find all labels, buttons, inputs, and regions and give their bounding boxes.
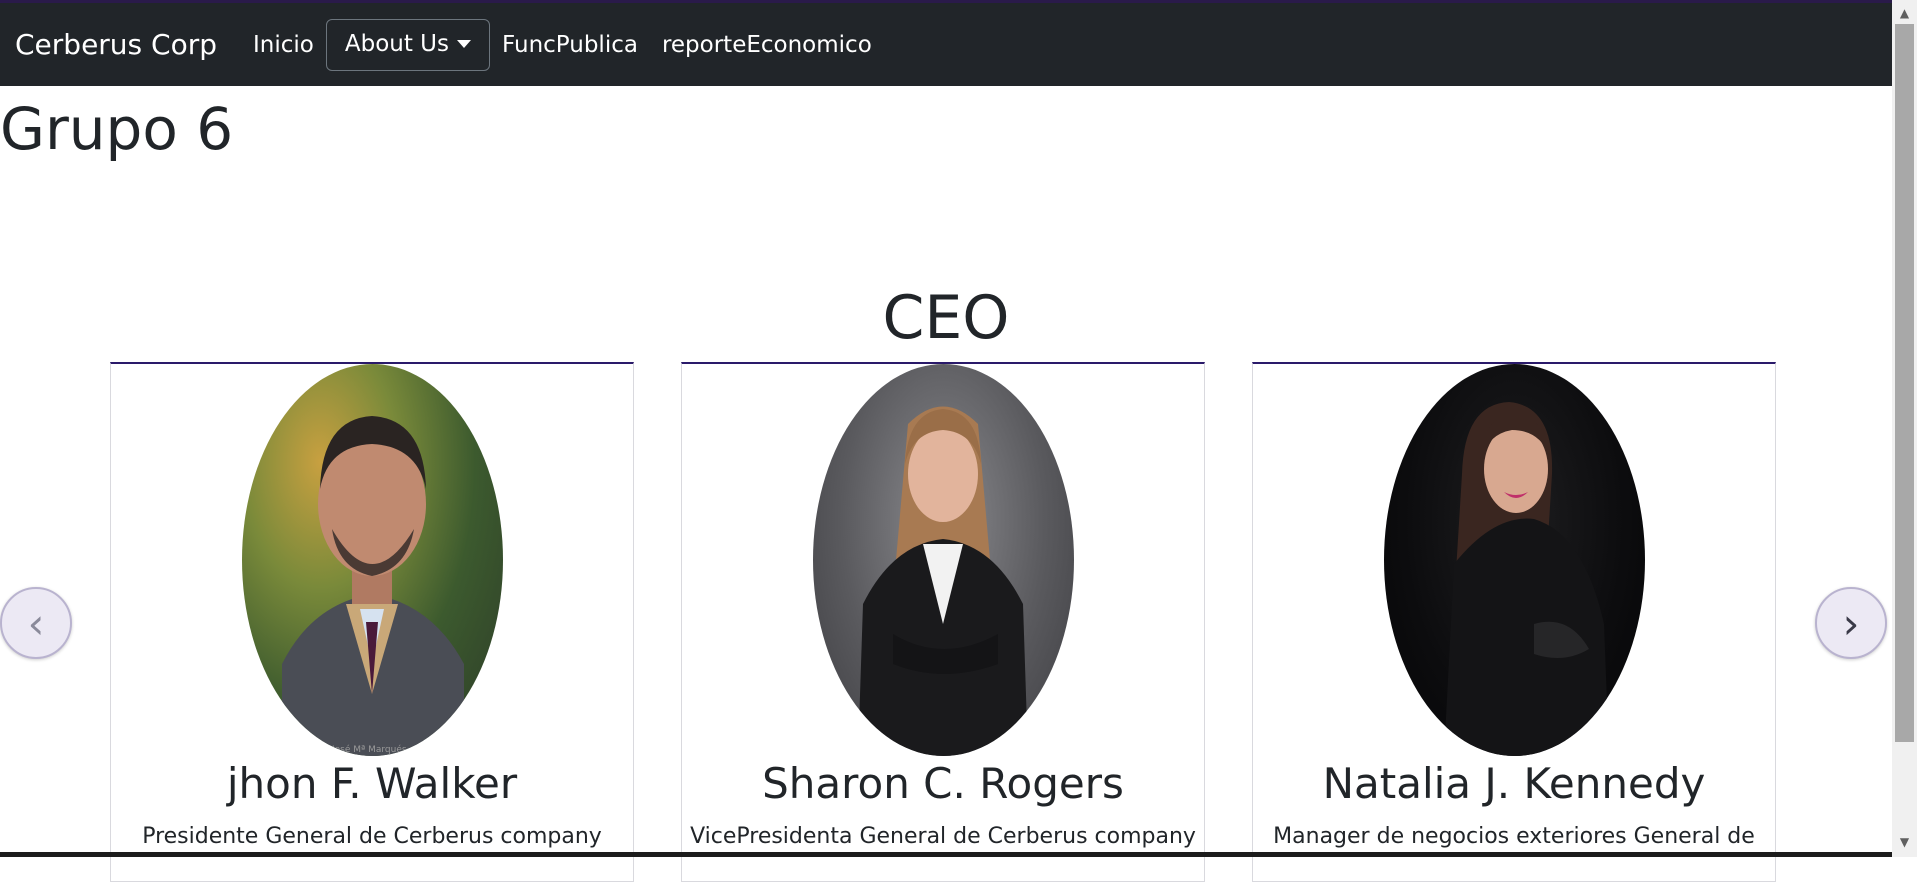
card-description: Presidente General de Cerberus company (142, 824, 602, 849)
profile-card: José Mª Marqués jhon F. Walker President… (110, 362, 634, 882)
brand-link[interactable]: Cerberus Corp (15, 28, 217, 61)
page-title: Grupo 6 (0, 95, 234, 163)
carousel-next-button[interactable]: › (1815, 587, 1887, 659)
scrollbar-thumb[interactable] (1895, 24, 1914, 742)
vertical-scrollbar[interactable]: ▲ ▼ (1892, 0, 1917, 857)
svg-text:José Mª Marqués: José Mª Marqués (331, 744, 407, 755)
caret-down-icon (457, 39, 472, 48)
scroll-up-arrow-icon[interactable]: ▲ (1892, 3, 1917, 23)
carousel-prev-button[interactable]: ‹ (0, 587, 72, 659)
profile-photo (1384, 364, 1645, 756)
card-name: Sharon C. Rogers (762, 759, 1124, 808)
woman-portrait-image (858, 406, 1028, 756)
chevron-left-icon: ‹ (27, 598, 45, 648)
profile-photo: José Mª Marqués (242, 364, 503, 756)
woman-portrait-image (1444, 402, 1609, 756)
card-name: Natalia J. Kennedy (1322, 759, 1706, 808)
section-title: CEO (882, 283, 1010, 353)
taskbar-edge (0, 852, 1892, 857)
scroll-down-arrow-icon[interactable]: ▼ (1892, 832, 1917, 852)
chevron-right-icon: › (1842, 598, 1860, 648)
navbar: Cerberus Corp Inicio About Us FuncPublic… (0, 3, 1892, 86)
about-us-dropdown[interactable]: About Us (325, 18, 491, 71)
nav-link-inicio[interactable]: Inicio (253, 32, 314, 58)
man-portrait-image: José Mª Marqués (282, 416, 464, 756)
profile-photo (813, 364, 1074, 756)
about-us-label: About Us (344, 30, 450, 57)
nav-link-funcpublica[interactable]: FuncPublica (502, 32, 638, 58)
nav-link-reporteeconomico[interactable]: reporteEconomico (662, 32, 872, 58)
card-description: VicePresidenta General de Cerberus compa… (690, 824, 1196, 849)
profile-card: Natalia J. Kennedy Manager de negocios e… (1252, 362, 1776, 882)
card-description: Manager de negocios exteriores General d… (1273, 824, 1755, 849)
card-name: jhon F. Walker (226, 759, 518, 808)
profile-card: Sharon C. Rogers VicePresidenta General … (681, 362, 1205, 882)
